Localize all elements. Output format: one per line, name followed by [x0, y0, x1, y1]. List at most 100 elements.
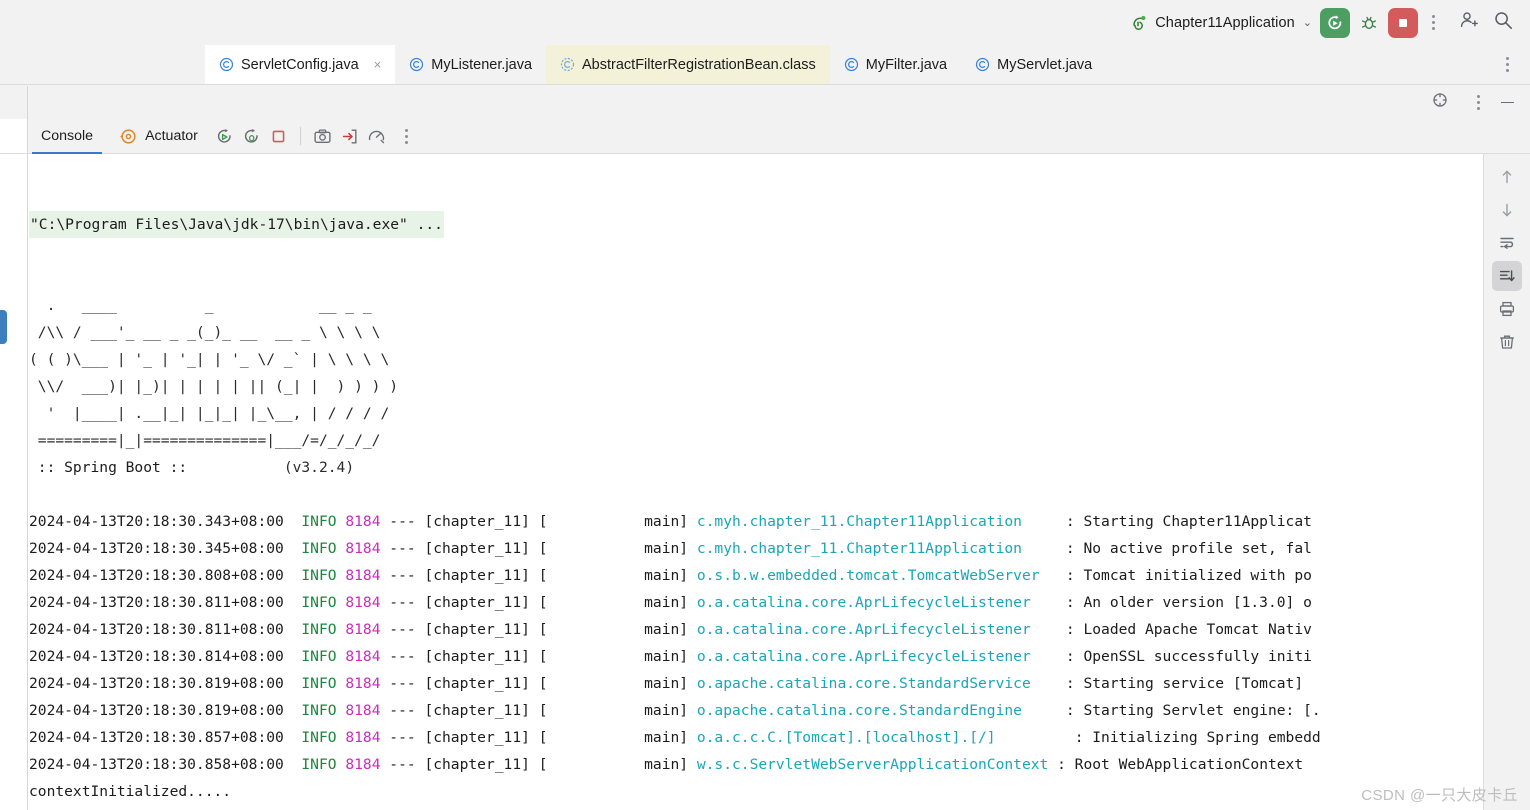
log-pid: 8184 — [345, 513, 381, 530]
tab-actuator[interactable]: Actuator — [106, 119, 211, 154]
more-options-icon — [1469, 90, 1487, 116]
editor-tab-mylistener[interactable]: MyListener.java — [395, 45, 546, 84]
log-gap — [1048, 567, 1066, 584]
log-level: INFO — [301, 540, 337, 557]
log-logger: o.apache.catalina.core.StandardEngine — [696, 702, 1022, 719]
log-app: [chapter_11] — [424, 648, 530, 665]
scroll-to-end-button[interactable] — [1492, 261, 1522, 291]
tab-list-icon — [1498, 52, 1516, 78]
log-pad — [996, 729, 1058, 746]
add-account-button[interactable] — [1458, 10, 1479, 36]
log-level: INFO — [301, 621, 337, 638]
editor-tab-abstractfilterregistrationbean[interactable]: AbstractFilterRegistrationBean.class — [546, 45, 830, 84]
spring-banner-line: ( ( )\___ | '_ | '_| | '_ \/ _` | \ \ \ … — [29, 351, 390, 368]
log-message: : Tomcat initialized with po — [1065, 567, 1312, 584]
rerun-button[interactable] — [211, 123, 238, 150]
close-icon[interactable]: × — [374, 58, 382, 71]
console-toolbar: Console Actuator — [0, 119, 1530, 154]
console-more-options-button[interactable] — [390, 123, 417, 150]
settings-button[interactable] — [1431, 91, 1449, 114]
log-pid: 8184 — [345, 729, 381, 746]
hide-tool-window-button[interactable] — [1501, 101, 1514, 104]
log-gap — [381, 567, 390, 584]
log-pid: 8184 — [345, 702, 381, 719]
log-app: [chapter_11] — [424, 594, 530, 611]
log-gap — [284, 540, 302, 557]
editor-tab-label: AbstractFilterRegistrationBean.class — [582, 56, 816, 73]
tool-window-stripe-indicator[interactable] — [0, 310, 7, 344]
log-message: : Loaded Apache Tomcat Nativ — [1065, 621, 1312, 638]
export-button[interactable] — [336, 123, 363, 150]
log-separator: --- — [389, 729, 416, 746]
log-pad — [1022, 702, 1048, 719]
search-button[interactable] — [1493, 10, 1514, 36]
print-button[interactable] — [1492, 294, 1522, 324]
run-button[interactable] — [1320, 7, 1350, 38]
rerun-icon — [217, 128, 231, 143]
log-gap — [530, 702, 539, 719]
tab-console-label: Console — [41, 128, 94, 144]
soft-wrap-button[interactable] — [1492, 228, 1522, 258]
run-more-options-button[interactable] — [1424, 10, 1442, 36]
profiler-button[interactable] — [363, 123, 390, 150]
log-line: 2024-04-13T20:18:30.857+08:00 INFO 8184 … — [29, 724, 1483, 751]
log-gap — [381, 621, 390, 638]
dot — [1476, 101, 1480, 104]
scroll-up-button[interactable] — [1492, 162, 1522, 192]
print-icon — [1499, 301, 1515, 317]
log-gap — [1048, 756, 1057, 773]
thread-dump-icon — [314, 129, 331, 143]
log-line: 2024-04-13T20:18:30.814+08:00 INFO 8184 … — [29, 643, 1483, 670]
editor-tab-myfilter[interactable]: MyFilter.java — [830, 45, 961, 84]
thread-dump-button[interactable] — [309, 123, 336, 150]
log-app: [chapter_11] — [424, 567, 530, 584]
soft-wrap-icon — [1500, 237, 1514, 249]
stop-console-button[interactable] — [265, 123, 292, 150]
stop-icon — [1399, 18, 1407, 27]
log-separator: --- — [389, 675, 416, 692]
log-pad — [1031, 594, 1049, 611]
log-logger: o.s.b.w.embedded.tomcat.TomcatWebServer — [696, 567, 1040, 584]
console-output-panel[interactable]: "C:\Program Files\Java\jdk-17\bin\java.e… — [0, 154, 1530, 810]
console-command-line: "C:\Program Files\Java\jdk-17\bin\java.e… — [29, 211, 444, 238]
console-blank — [29, 481, 1483, 508]
log-gap — [530, 567, 539, 584]
debug-button[interactable] — [1354, 8, 1384, 38]
target-settings-icon — [1433, 93, 1447, 107]
stop-icon — [272, 130, 285, 142]
search-icon — [1495, 11, 1513, 29]
log-line: 2024-04-13T20:18:30.819+08:00 INFO 8184 … — [29, 697, 1483, 724]
scroll-down-button[interactable] — [1492, 195, 1522, 225]
tab-list-button[interactable] — [1492, 45, 1530, 84]
editor-tab-myservlet[interactable]: MyServlet.java — [961, 45, 1106, 84]
tool-window-options-button[interactable] — [1463, 90, 1487, 116]
editor-tab-servletconfig[interactable]: ServletConfig.java × — [205, 45, 396, 84]
log-level: INFO — [301, 648, 337, 665]
log-separator: --- — [389, 756, 416, 773]
dot — [404, 140, 408, 144]
log-message: : Starting Servlet engine: [. — [1065, 702, 1321, 719]
dot — [1505, 69, 1509, 72]
log-separator: --- — [389, 648, 416, 665]
clear-all-button[interactable] — [1492, 327, 1522, 357]
run-configuration-selector[interactable]: Chapter11Application ⌄ — [1127, 9, 1316, 37]
rerun-debug-button[interactable] — [238, 123, 265, 150]
log-thread: [ main] — [538, 729, 689, 746]
tab-console[interactable]: Console — [28, 119, 106, 154]
log-timestamp: 2024-04-13T20:18:30.811+08:00 — [29, 594, 284, 611]
log-pad — [1022, 513, 1048, 530]
log-gap — [1048, 648, 1066, 665]
log-gap — [381, 702, 390, 719]
log-thread: [ main] — [538, 513, 689, 530]
run-icon — [1328, 14, 1342, 29]
dot — [1476, 107, 1480, 110]
dot — [1476, 95, 1480, 98]
log-line: 2024-04-13T20:18:30.811+08:00 INFO 8184 … — [29, 616, 1483, 643]
log-thread: [ main] — [538, 675, 689, 692]
log-thread: [ main] — [538, 540, 689, 557]
stop-button[interactable] — [1388, 7, 1418, 38]
log-app: [chapter_11] — [424, 621, 530, 638]
log-line: 2024-04-13T20:18:30.858+08:00 INFO 8184 … — [29, 751, 1483, 778]
log-separator: --- — [389, 621, 416, 638]
export-icon — [342, 128, 357, 144]
